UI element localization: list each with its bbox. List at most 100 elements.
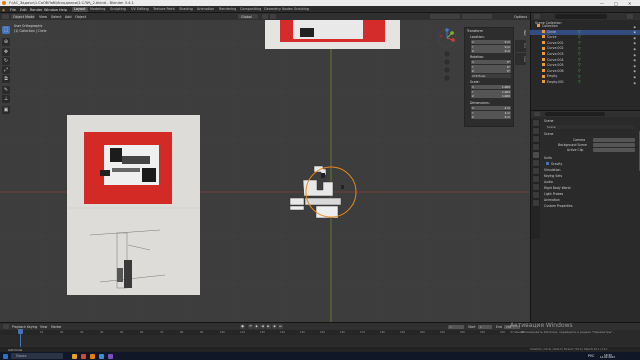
prev-keyframe-icon[interactable]: ◆ xyxy=(254,324,259,329)
visibility-eye-icon[interactable]: ◉ xyxy=(633,75,636,79)
rotation-z-field[interactable]: Z 0° xyxy=(471,69,511,73)
options-button[interactable]: Options xyxy=(514,15,527,19)
tab-texture-paint[interactable]: Texture Paint xyxy=(151,7,177,12)
outliner-item[interactable]: Curve.001 ▽ ◉ xyxy=(530,41,640,46)
visibility-eye-icon[interactable]: ◉ xyxy=(633,81,636,85)
blender-taskbar-icon[interactable] xyxy=(90,353,95,359)
tab-rendering[interactable]: Rendering xyxy=(217,7,238,12)
tab-compositing[interactable]: Compositing xyxy=(238,7,263,12)
visibility-eye-icon[interactable]: ◉ xyxy=(633,47,636,51)
world-tab-icon[interactable] xyxy=(532,160,539,166)
rotation-x-field[interactable]: X 0° xyxy=(471,60,511,64)
output-tab-icon[interactable] xyxy=(532,136,539,142)
next-keyframe-icon[interactable]: ◆ xyxy=(272,324,277,329)
visibility-eye-icon[interactable]: ◉ xyxy=(633,69,636,73)
start-frame-field[interactable]: 1 xyxy=(478,324,492,329)
section-rigid-body-world[interactable]: Rigid Body World xyxy=(544,186,570,190)
sidebar-tab-view[interactable]: View xyxy=(515,53,526,65)
sidebar-tab-tool[interactable]: Tool xyxy=(515,40,526,52)
rotation-y-field[interactable]: Y 0° xyxy=(471,64,511,69)
active-clip-field[interactable] xyxy=(593,148,635,152)
keyboard-language[interactable]: РУС xyxy=(588,354,594,358)
visibility-eye-icon[interactable]: ◉ xyxy=(633,41,636,45)
close-button[interactable]: ✕ xyxy=(628,1,631,6)
menu-keying[interactable]: Keying xyxy=(27,325,37,329)
properties-editor-type[interactable] xyxy=(534,112,540,116)
units-section-header[interactable]: Units xyxy=(544,156,552,160)
tab-scripting[interactable]: Scripting xyxy=(292,7,311,12)
constraints-tab-icon[interactable] xyxy=(532,192,539,198)
view-controls[interactable] xyxy=(444,51,450,81)
scene-name-field[interactable]: Scene xyxy=(545,125,635,129)
browser-icon[interactable] xyxy=(81,353,86,359)
transform-icon[interactable]: ⧉ xyxy=(2,75,10,83)
outliner-item[interactable]: Curve.005 ▽ ◉ xyxy=(530,63,640,68)
menu-file[interactable]: File xyxy=(10,8,16,12)
menu-view-timeline[interactable]: View xyxy=(40,325,47,329)
tab-uv-editing[interactable]: UV Editing xyxy=(129,7,151,12)
scale-x-field[interactable]: X 1.000 xyxy=(471,85,511,89)
scene-section-header[interactable]: Scene xyxy=(544,132,553,136)
menu-select[interactable]: Select xyxy=(51,15,61,19)
app-taskbar-icon[interactable] xyxy=(99,353,104,359)
outliner-item[interactable]: Curve.004 ▽ ◉ xyxy=(530,58,640,63)
cursor-icon[interactable]: ⊕ xyxy=(2,38,10,46)
menu-view[interactable]: View xyxy=(39,15,47,19)
outliner-editor-type[interactable] xyxy=(534,14,540,19)
blender-menu-icon[interactable]: ◉ xyxy=(2,8,5,12)
scene-tab-icon[interactable] xyxy=(532,152,539,158)
tab-geometry-nodes[interactable]: Geometry Nodes xyxy=(262,7,295,12)
outliner-item[interactable]: Curve.003 ▽ ◉ xyxy=(530,52,640,57)
add-cube-icon[interactable]: ▣ xyxy=(2,106,10,114)
location-z-field[interactable]: Z0 m xyxy=(471,49,511,53)
outliner-item[interactable]: Curve ▽ ◉ xyxy=(530,35,640,40)
windows-start-icon[interactable] xyxy=(3,353,8,359)
menu-window[interactable]: Window xyxy=(44,8,58,12)
location-y-field[interactable]: Y0 m xyxy=(471,44,511,49)
sidebar-tab-item[interactable]: Item xyxy=(515,27,526,39)
overlay-toggles[interactable] xyxy=(430,14,460,19)
move-icon[interactable]: ✥ xyxy=(2,48,10,56)
menu-help[interactable]: Help xyxy=(59,8,67,12)
file-explorer-icon[interactable] xyxy=(72,353,77,359)
camera-field[interactable] xyxy=(593,138,635,142)
tab-shading[interactable]: Shading xyxy=(177,7,195,12)
app2-taskbar-icon[interactable] xyxy=(108,353,113,359)
3d-viewport[interactable]: User Orthographic (1) Collection | Circl… xyxy=(0,20,530,322)
section-animation[interactable]: Animation xyxy=(544,198,560,202)
visibility-eye-icon[interactable]: ◉ xyxy=(633,36,636,40)
outliner-item[interactable]: Curve.006 ▽ ◉ xyxy=(530,69,640,74)
dimensions-z-field[interactable]: Z0 m xyxy=(471,115,511,119)
physics-tab-icon[interactable] xyxy=(532,184,539,190)
editor-type-button[interactable] xyxy=(2,14,9,19)
dimensions-x-field[interactable]: X2 m xyxy=(471,106,511,110)
section-simulation[interactable]: Simulation xyxy=(544,168,560,172)
visibility-eye-icon[interactable]: ◉ xyxy=(633,53,636,57)
timeline-editor-type[interactable] xyxy=(3,324,9,329)
tab-layout[interactable]: Layout xyxy=(72,7,88,12)
taskbar-date[interactable]: 14.02.2023 xyxy=(600,356,615,359)
dimensions-y-field[interactable]: Y2 m xyxy=(471,110,511,115)
snap-icon[interactable] xyxy=(262,14,268,19)
filter-icon[interactable] xyxy=(627,14,633,19)
object-tab-icon[interactable] xyxy=(532,168,539,174)
properties-search-input[interactable] xyxy=(545,112,605,116)
outliner-search-input[interactable] xyxy=(555,14,607,19)
menu-marker[interactable]: Marker xyxy=(51,325,62,329)
tab-sculpting[interactable]: Sculpting xyxy=(108,7,128,12)
minimize-button[interactable]: — xyxy=(600,1,604,6)
gravity-checkbox[interactable]: Gravity xyxy=(546,162,562,166)
outliner-item[interactable]: Curve.002 ▽ ◉ xyxy=(530,46,640,51)
play-reverse-icon[interactable]: ◀ xyxy=(260,324,265,329)
data-tab-icon[interactable] xyxy=(532,200,539,206)
view-layer-tab-icon[interactable] xyxy=(532,144,539,150)
menu-object[interactable]: Object xyxy=(75,15,86,19)
render-tab-icon[interactable] xyxy=(532,128,539,134)
tab-modeling[interactable]: Modeling xyxy=(88,7,107,12)
maximize-button[interactable]: □ xyxy=(614,1,618,6)
outliner-item[interactable]: Collection ◉ xyxy=(530,24,640,29)
select-box-icon[interactable]: ⬚ xyxy=(2,26,10,34)
reference-image-top[interactable] xyxy=(265,20,400,49)
outliner-item[interactable]: Empty.001 ▽ ◉ xyxy=(530,80,640,85)
current-frame-field[interactable]: 1 xyxy=(448,324,464,329)
